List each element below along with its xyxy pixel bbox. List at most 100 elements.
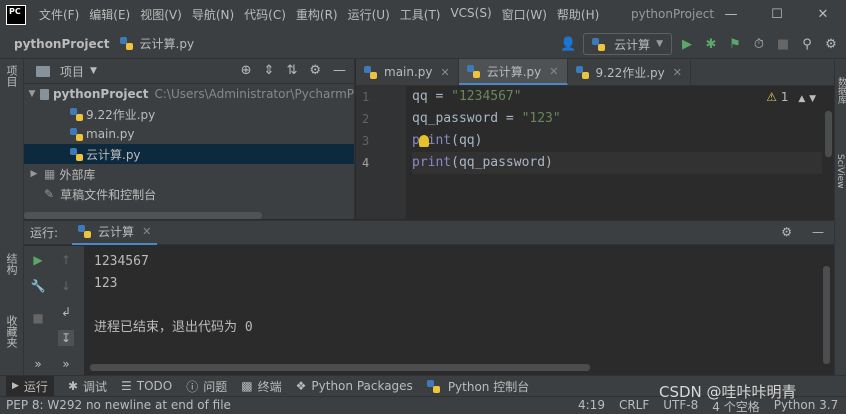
debug-icon[interactable]: ✱ <box>702 35 720 53</box>
bulb-icon[interactable] <box>419 135 429 147</box>
inspection-widget[interactable]: ⚠ 1 ▲ ▼ <box>766 90 816 104</box>
tree-file-item[interactable]: 9.22作业.py <box>24 104 354 124</box>
expand-arrow-icon[interactable]: ▼ <box>28 89 36 99</box>
tree-file-item-selected[interactable]: 云计算.py <box>24 144 354 164</box>
rerun-icon[interactable]: ▶ <box>30 252 46 268</box>
favorites-side-tab[interactable]: 收藏夹 <box>3 315 19 348</box>
window-title: pythonProject <box>631 7 715 21</box>
console-output[interactable]: 1234567 123 进程已结束，退出代码为 0 <box>94 251 253 339</box>
menu-vcs[interactable]: VCS(S) <box>445 6 496 23</box>
soft-wrap-icon[interactable]: ↲ <box>58 304 74 320</box>
tab-homework-py[interactable]: 9.22作业.py ✕ <box>568 59 691 85</box>
library-icon: ▦ <box>44 167 56 181</box>
sciview-side-tab[interactable]: SciView <box>835 154 845 189</box>
menu-edit[interactable]: 编辑(E) <box>84 6 135 23</box>
tree-file-label: main.py <box>86 127 135 141</box>
status-message[interactable]: PEP 8: W292 no newline at end of file <box>6 398 231 412</box>
collapse-arrow-icon[interactable]: ▶ <box>28 169 40 179</box>
code-line-current[interactable]: print(qq_password) <box>412 152 822 174</box>
menu-navigate[interactable]: 导航(N) <box>187 6 239 23</box>
coverage-icon[interactable]: ⚑ <box>726 35 744 53</box>
up-arrow-icon[interactable]: ↑ <box>58 252 74 268</box>
project-horizontal-scrollbar[interactable] <box>24 212 262 219</box>
tree-file-item[interactable]: main.py <box>24 124 354 144</box>
collapse-all-icon[interactable]: ⇅ <box>286 63 297 78</box>
tool-tab-python-console[interactable]: Python 控制台 <box>426 376 529 397</box>
tool-tab-problems[interactable]: ⓘ 问题 <box>186 376 227 397</box>
console-vertical-scrollbar[interactable] <box>823 266 830 364</box>
gear-icon[interactable]: ⚙ <box>781 225 792 239</box>
code-token: qq_password <box>412 111 499 126</box>
locate-icon[interactable]: ⊕ <box>241 63 252 78</box>
hide-icon[interactable]: — <box>333 63 346 78</box>
close-icon[interactable]: ✕ <box>800 0 846 29</box>
project-side-tab[interactable]: 项目 <box>3 65 19 87</box>
database-side-tab[interactable]: 数据库 <box>835 77 846 104</box>
menu-run[interactable]: 运行(U) <box>343 6 395 23</box>
search-icon[interactable]: ⚲ <box>798 35 816 53</box>
chevron-up-icon[interactable]: ▲ <box>798 94 805 104</box>
run-config-select[interactable]: 云计算 ▼ <box>583 33 672 55</box>
menu-window[interactable]: 窗口(W) <box>497 6 552 23</box>
scroll-to-end-icon[interactable]: ↧ <box>58 330 74 346</box>
close-tab-icon[interactable]: ✕ <box>549 65 558 78</box>
menu-help[interactable]: 帮助(H) <box>552 6 604 23</box>
tool-tab-label: 运行 <box>23 379 48 394</box>
close-tab-icon[interactable]: ✕ <box>673 66 682 79</box>
code-line[interactable]: print(qq) <box>412 130 822 152</box>
right-tool-strip: 数据库 SciView <box>834 59 846 375</box>
menu-refactor[interactable]: 重构(R) <box>291 6 343 23</box>
code-token: qq <box>412 89 428 104</box>
expand-all-icon[interactable]: ⇕ <box>264 63 275 78</box>
more-icon[interactable]: » <box>30 356 46 372</box>
pycharm-logo-icon: PC <box>6 4 26 25</box>
stop-icon[interactable]: ■ <box>774 35 792 53</box>
maximize-icon[interactable]: ☐ <box>754 0 800 29</box>
stop-icon[interactable]: ■ <box>30 310 46 326</box>
tool-tab-terminal[interactable]: ▩ 终端 <box>241 376 281 397</box>
caret-position[interactable]: 4:19 <box>578 398 605 414</box>
tree-scratches[interactable]: ✎ 草稿文件和控制台 <box>24 184 354 204</box>
run-tab[interactable]: 云计算 ✕ <box>72 221 158 245</box>
profile-icon[interactable]: ⏱ <box>750 35 768 53</box>
code-line[interactable]: qq_password = "123" <box>412 108 822 130</box>
tool-tab-run[interactable]: ▶ 运行 <box>6 375 54 397</box>
code-line[interactable]: qq = "1234567" <box>412 86 822 108</box>
minimize-icon[interactable]: — <box>708 0 754 29</box>
run-tab-label: 云计算 <box>98 225 135 239</box>
breadcrumb-file[interactable]: 云计算.py <box>119 35 194 52</box>
console-horizontal-scrollbar[interactable] <box>90 364 590 371</box>
tool-tab-python-packages[interactable]: ❖ Python Packages <box>296 376 413 397</box>
user-icon[interactable]: 👤 <box>559 35 577 53</box>
menu-code[interactable]: 代码(C) <box>239 6 291 23</box>
gear-icon[interactable]: ⚙ <box>309 63 321 78</box>
run-icon[interactable]: ▶ <box>678 35 696 53</box>
wrench-icon[interactable]: 🔧 <box>30 278 46 294</box>
line-separator[interactable]: CRLF <box>619 398 649 414</box>
chevron-down-icon[interactable]: ▼ <box>809 94 816 104</box>
run-panel-tools: ⚙ — <box>781 225 824 239</box>
run-icon: ▶ <box>12 381 19 391</box>
menu-view[interactable]: 视图(V) <box>135 6 187 23</box>
tool-tab-debug[interactable]: ✱ 调试 <box>68 376 107 397</box>
breadcrumb-project[interactable]: pythonProject <box>14 37 110 51</box>
close-tab-icon[interactable]: ✕ <box>142 225 151 238</box>
structure-side-tab[interactable]: 结构 <box>3 253 19 275</box>
editor-vertical-scrollbar[interactable] <box>825 111 832 157</box>
tree-root[interactable]: ▼ pythonProject C:\Users\Administrator\P… <box>24 84 354 104</box>
chevron-down-icon[interactable]: ▼ <box>90 66 97 76</box>
menu-tools[interactable]: 工具(T) <box>395 6 446 23</box>
tree-external-libraries[interactable]: ▶ ▦ 外部库 <box>24 164 354 184</box>
tool-tab-todo[interactable]: ☰ TODO <box>121 376 172 397</box>
hide-icon[interactable]: — <box>812 225 824 239</box>
project-panel-title[interactable]: 项目 <box>60 63 84 80</box>
more-icon[interactable]: » <box>58 356 74 372</box>
menu-file[interactable]: 文件(F) <box>34 6 84 23</box>
tab-cloud-computing-py[interactable]: 云计算.py ✕ <box>458 59 568 85</box>
settings-icon[interactable]: ⚙ <box>822 35 840 53</box>
close-tab-icon[interactable]: ✕ <box>441 66 450 79</box>
code-area[interactable]: qq = "1234567" qq_password = "123" print… <box>412 86 822 174</box>
tab-main-py[interactable]: main.py ✕ <box>356 59 459 85</box>
warning-icon: ⚠ <box>766 90 778 104</box>
down-arrow-icon[interactable]: ↓ <box>58 278 74 294</box>
